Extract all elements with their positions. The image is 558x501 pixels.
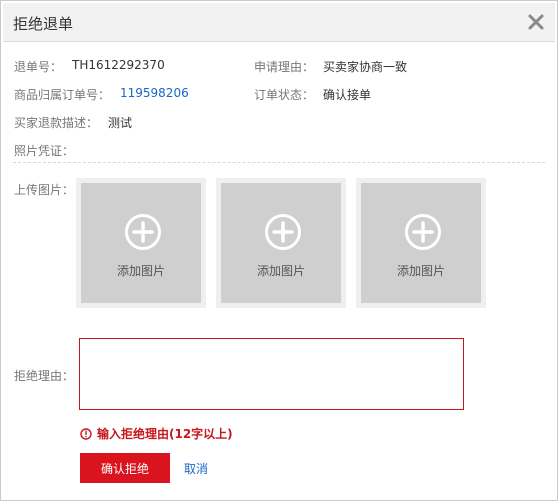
apply-reason-value: 买卖家协商一致 <box>323 60 408 74</box>
upload-slot-text: 添加图片 <box>116 264 165 278</box>
order-no-label: 商品归属订单号： <box>14 88 111 102</box>
reason-error: 输入拒绝理由(12字以上) <box>80 425 233 442</box>
refund-no-value: TH1612292370 <box>72 58 165 72</box>
upload-slot-area: 添加图片 <box>361 183 481 303</box>
plus-circle-icon <box>264 213 302 251</box>
error-circle-icon <box>80 427 92 440</box>
apply-reason-label: 申请理由： <box>254 60 315 74</box>
close-icon[interactable] <box>523 9 549 35</box>
dialog-titlebar: 拒绝退单 <box>3 3 555 42</box>
refund-no-label: 退单号： <box>14 60 63 74</box>
reject-refund-dialog: 拒绝退单 退单号： TH1612292370 申请理由： 买卖家协商一致 商品归… <box>0 0 558 501</box>
reason-error-text: 输入拒绝理由(12字以上) <box>97 427 233 441</box>
upload-slot-text: 添加图片 <box>396 264 445 278</box>
upload-slot-3[interactable]: 添加图片 <box>356 178 486 308</box>
order-status-value: 确认接单 <box>323 88 372 102</box>
plus-circle-icon <box>404 213 442 251</box>
cancel-link[interactable]: 取消 <box>184 460 208 477</box>
reject-reason-input[interactable] <box>79 338 464 410</box>
upload-slot-text: 添加图片 <box>256 264 305 278</box>
upload-label: 上传图片： <box>14 183 75 197</box>
plus-circle-icon <box>124 213 162 251</box>
photo-proof-label: 照片凭证： <box>14 144 75 158</box>
section-divider <box>13 162 545 163</box>
upload-slot-area: 添加图片 <box>221 183 341 303</box>
buyer-desc-label: 买家退款描述： <box>14 116 99 130</box>
confirm-reject-button[interactable]: 确认拒绝 <box>80 453 170 483</box>
order-status-label: 订单状态： <box>254 88 315 102</box>
reject-reason-label: 拒绝理由： <box>14 369 75 383</box>
dialog-title: 拒绝退单 <box>13 15 74 33</box>
upload-slot-1[interactable]: 添加图片 <box>76 178 206 308</box>
buyer-desc-value: 测试 <box>108 116 133 130</box>
upload-slot-2[interactable]: 添加图片 <box>216 178 346 308</box>
order-no-link[interactable]: 119598206 <box>120 86 189 100</box>
upload-slot-area: 添加图片 <box>81 183 201 303</box>
